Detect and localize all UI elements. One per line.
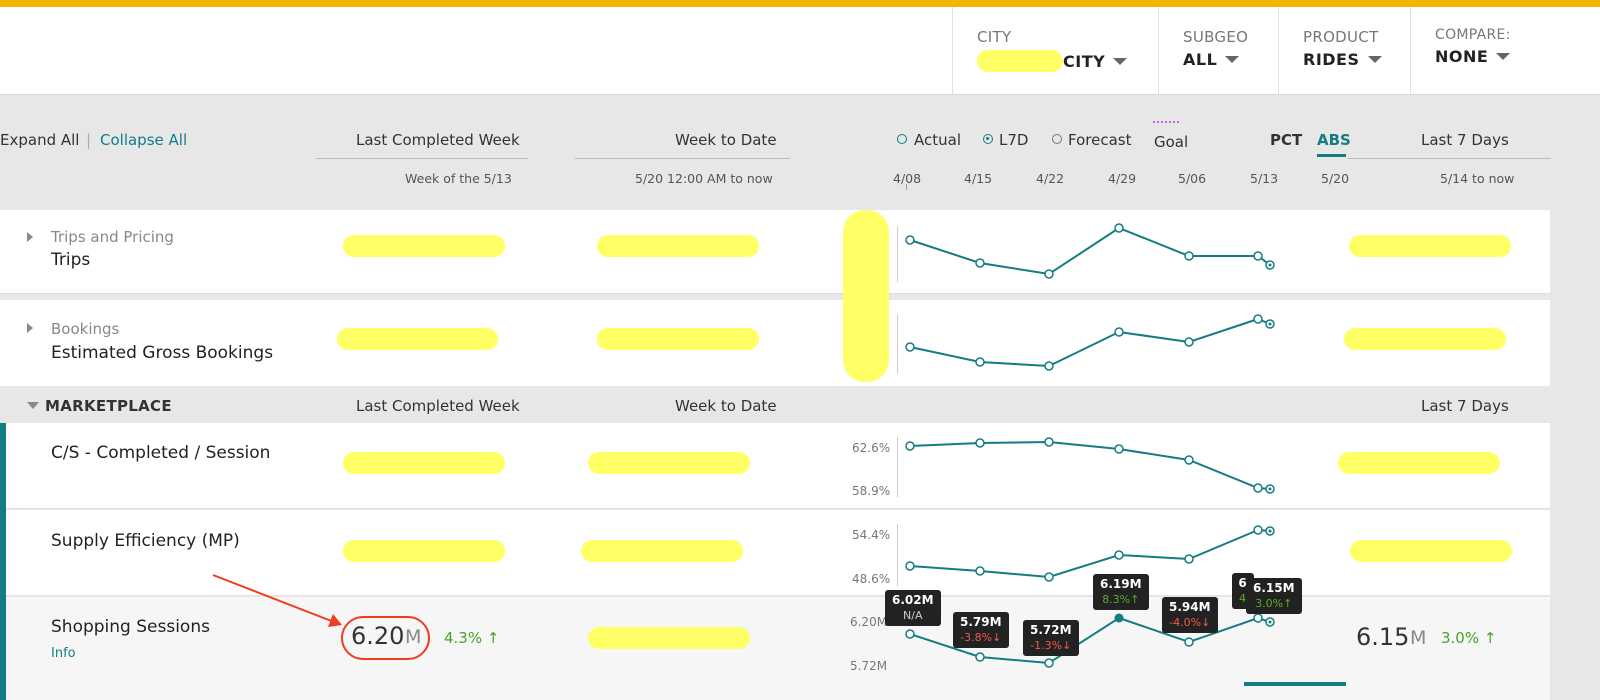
data-point — [1044, 572, 1054, 582]
data-point — [1253, 251, 1263, 261]
data-point — [1253, 525, 1263, 535]
dashboard-page: CITY CITY SUBGEO ALL PRODUCT RIDES COMPA… — [0, 0, 1600, 700]
data-point — [905, 342, 915, 352]
tooltip: 5.72M -1.3%↓ — [1023, 620, 1079, 656]
tooltip: 5.79M -3.8%↓ — [953, 612, 1009, 648]
data-point — [1114, 444, 1124, 454]
data-point — [905, 441, 915, 451]
data-point — [1184, 637, 1194, 647]
cs-sparkline — [909, 440, 1271, 490]
data-point — [975, 438, 985, 448]
tooltip: 5.94M -4.0%↓ — [1162, 597, 1218, 633]
data-point — [1184, 251, 1194, 261]
data-point — [1114, 327, 1124, 337]
data-point — [975, 652, 985, 662]
data-point — [975, 258, 985, 268]
data-point — [1253, 314, 1263, 324]
data-point — [1044, 658, 1054, 668]
data-point — [1184, 554, 1194, 564]
se-sparkline — [909, 528, 1271, 579]
data-point — [1114, 550, 1124, 560]
data-point — [1184, 455, 1194, 465]
annotation-arrow — [212, 574, 335, 623]
data-point — [1253, 613, 1263, 623]
tooltip: 6.02M N/A — [885, 590, 941, 626]
bookings-sparkline — [909, 317, 1271, 368]
data-point — [1253, 483, 1263, 493]
data-point — [905, 629, 915, 639]
data-point — [1114, 223, 1124, 233]
tooltip: 6.19M 8.3%↑ — [1093, 574, 1149, 610]
data-point — [1044, 269, 1054, 279]
tooltip: 6.15M 3.0%↑ — [1246, 578, 1302, 614]
data-point — [1044, 437, 1054, 447]
data-point-selected — [1114, 613, 1124, 623]
data-point — [975, 357, 985, 367]
data-point — [905, 235, 915, 245]
trips-sparkline — [909, 226, 1271, 276]
data-point — [1184, 337, 1194, 347]
data-point — [905, 561, 915, 571]
data-point — [1044, 361, 1054, 371]
data-point — [975, 566, 985, 576]
sparkline-layer — [212, 223, 1275, 668]
